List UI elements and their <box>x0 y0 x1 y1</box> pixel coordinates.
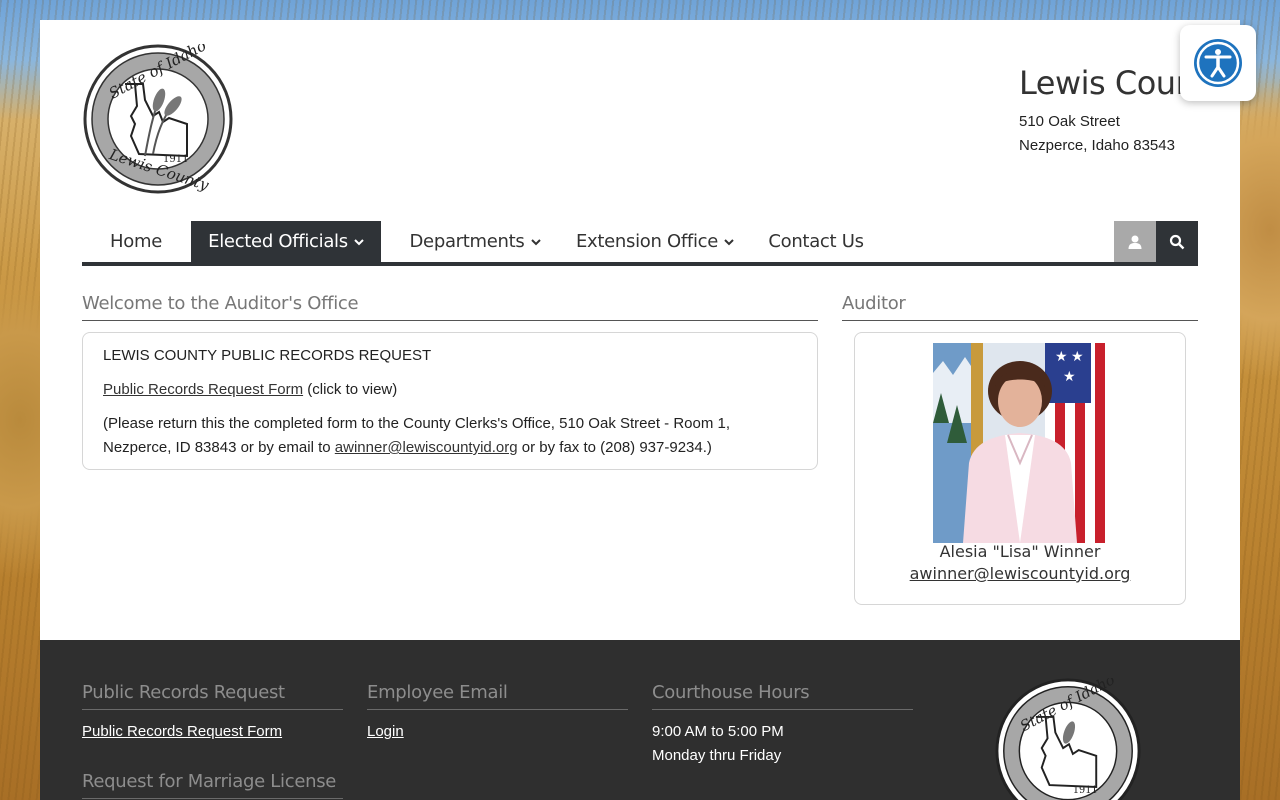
form-link-note: (click to view) <box>303 381 398 398</box>
address-line-1: 510 Oak Street <box>1019 113 1120 130</box>
accessibility-icon <box>1194 39 1242 87</box>
auditor-photo: ★ ★ ★ <box>933 343 1108 543</box>
footer-login-wrap: Login <box>367 720 404 744</box>
nav-home[interactable]: Home <box>82 221 190 262</box>
page-container: 1911 State of Idaho Lewis County Lewis C… <box>40 20 1240 800</box>
login-button[interactable] <box>1114 221 1156 262</box>
nav-contact-us[interactable]: Contact Us <box>756 221 876 262</box>
records-heading: LEWIS COUNTY PUBLIC RECORDS REQUEST <box>103 347 432 364</box>
public-records-form-link[interactable]: Public Records Request Form <box>103 381 303 398</box>
footer-login-link[interactable]: Login <box>367 723 404 740</box>
svg-text:1911: 1911 <box>1073 785 1098 796</box>
nav-home-label: Home <box>110 231 162 252</box>
main-nav: Home Elected Officials Departments Exten… <box>82 221 1198 266</box>
nav-departments[interactable]: Departments <box>382 221 568 262</box>
nav-elected-officials[interactable]: Elected Officials <box>191 221 381 262</box>
sidebar-title: Auditor <box>842 293 1198 321</box>
svg-text:★: ★ <box>1063 368 1076 384</box>
chevron-down-icon <box>724 238 734 245</box>
nav-contact-us-label: Contact Us <box>768 231 864 252</box>
auditor-name: Alesia "Lisa" Winner <box>939 542 1101 561</box>
chevron-down-icon <box>354 238 364 245</box>
accessibility-button[interactable] <box>1180 25 1256 101</box>
footer-records-link-wrap: Public Records Request Form <box>82 720 282 744</box>
auditor-card: ★ ★ ★ Alesia "Lisa" Winner awinner@lewis… <box>854 332 1186 605</box>
return-text-after: or by fax to (208) 937-9234.) <box>517 439 712 456</box>
footer-public-records-form-link[interactable]: Public Records Request Form <box>82 723 282 740</box>
footer-employee-email-title: Employee Email <box>367 682 628 710</box>
svg-text:★: ★ <box>1055 348 1068 364</box>
auditor-email-link[interactable]: awinner@lewiscountyid.org <box>335 439 518 456</box>
site-footer: Public Records Request Public Records Re… <box>40 640 1240 800</box>
nav-extension-office[interactable]: Extension Office <box>568 221 742 262</box>
address-line-2: Nezperce, Idaho 83543 <box>1019 137 1175 154</box>
nav-departments-label: Departments <box>409 231 525 252</box>
return-instructions: (Please return this the completed form t… <box>103 412 797 460</box>
user-icon <box>1128 235 1142 249</box>
records-request-card: LEWIS COUNTY PUBLIC RECORDS REQUEST Publ… <box>82 332 818 470</box>
chevron-down-icon <box>530 238 541 245</box>
search-icon <box>1169 234 1185 249</box>
county-seal-logo[interactable]: 1911 State of Idaho Lewis County <box>83 36 233 194</box>
footer-marriage-license-title: Request for Marriage License <box>82 771 343 799</box>
svg-text:★: ★ <box>1071 348 1084 364</box>
form-link-line: Public Records Request Form (click to vi… <box>103 378 797 402</box>
auditor-card-email-link[interactable]: awinner@lewiscountyid.org <box>910 564 1131 583</box>
main-section-title: Welcome to the Auditor's Office <box>82 293 818 321</box>
nav-elected-officials-label: Elected Officials <box>208 231 348 252</box>
footer-hours-title: Courthouse Hours <box>652 682 913 710</box>
footer-hours-block: 9:00 AM to 5:00 PM Monday thru Friday <box>652 720 784 768</box>
footer-hours: 9:00 AM to 5:00 PM <box>652 723 784 740</box>
search-button[interactable] <box>1156 221 1198 262</box>
footer-records-title: Public Records Request <box>82 682 343 710</box>
footer-days: Monday thru Friday <box>652 747 782 764</box>
footer-county-seal-logo: 1911 State of Idaho <box>995 671 1141 800</box>
nav-extension-office-label: Extension Office <box>575 231 719 252</box>
